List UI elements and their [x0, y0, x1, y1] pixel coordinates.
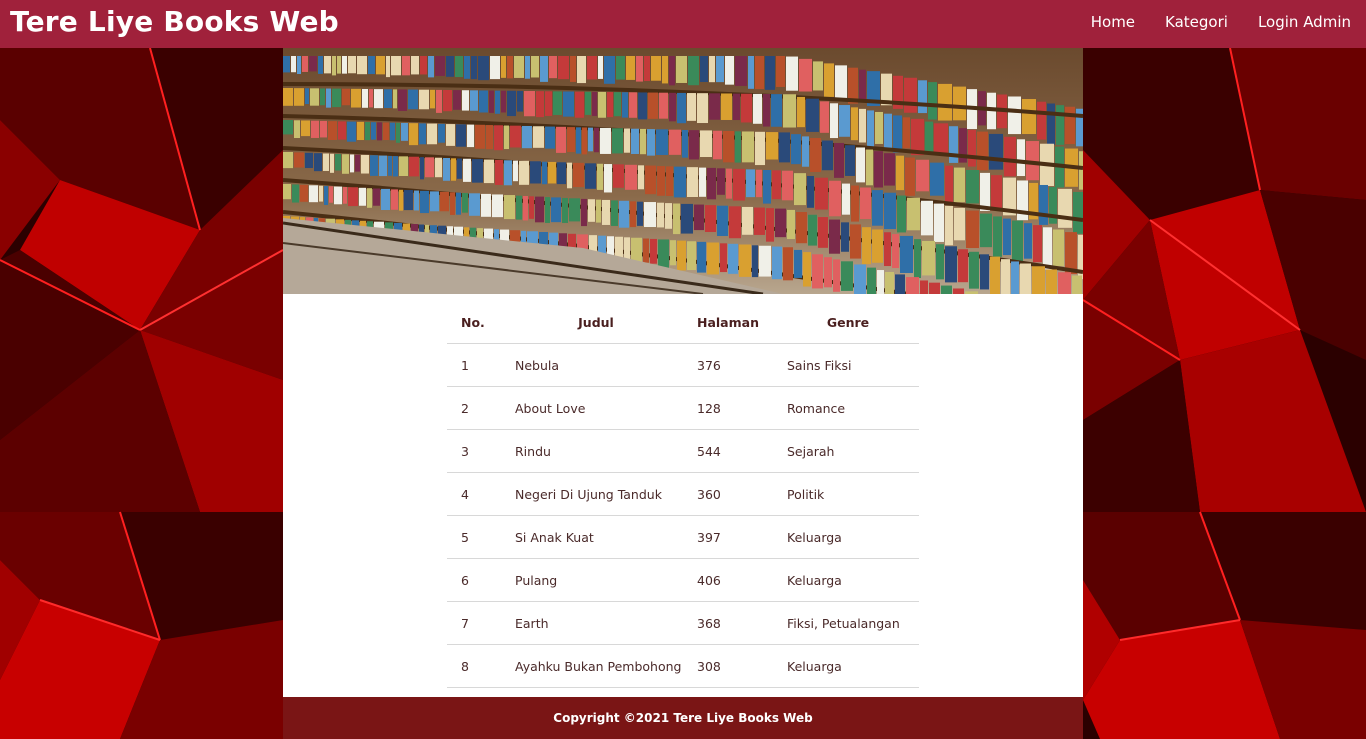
- cell-genre: Keluarga: [777, 558, 919, 602]
- cell-halaman: 368: [687, 601, 777, 645]
- cell-halaman: 308: [687, 644, 777, 688]
- cell-no: 5: [447, 515, 505, 559]
- cell-no: 2: [447, 386, 505, 430]
- table-header-row: No. Judul Halaman Genre: [447, 301, 919, 344]
- header-judul: Judul: [505, 301, 687, 344]
- cell-halaman: 397: [687, 515, 777, 559]
- copyright-text: Copyright ©2021 Tere Liye Books Web: [553, 711, 813, 725]
- table-row: 7 Earth 368 Fiksi, Petualangan: [447, 601, 919, 645]
- cell-halaman: 544: [687, 429, 777, 473]
- top-navbar: Tere Liye Books Web Home Kategori Login …: [0, 0, 1366, 48]
- header-halaman: Halaman: [687, 301, 777, 344]
- cell-genre: Fiksi, Petualangan: [777, 601, 919, 645]
- cell-genre: Romance: [777, 386, 919, 430]
- cell-genre: Politik: [777, 472, 919, 516]
- nav-link-login-admin[interactable]: Login Admin: [1258, 13, 1351, 31]
- cell-no: 1: [447, 343, 505, 387]
- table-row: 3 Rindu 544 Sejarah: [447, 429, 919, 473]
- table-row: 6 Pulang 406 Keluarga: [447, 558, 919, 602]
- cell-halaman: 128: [687, 386, 777, 430]
- site-brand[interactable]: Tere Liye Books Web: [10, 5, 339, 38]
- cell-no: 8: [447, 644, 505, 688]
- table-row: 4 Negeri Di Ujung Tanduk 360 Politik: [447, 472, 919, 516]
- cell-judul: About Love: [505, 386, 687, 430]
- footer: Copyright ©2021 Tere Liye Books Web: [283, 697, 1083, 739]
- cell-halaman: 376: [687, 343, 777, 387]
- cell-genre: Sains Fiksi: [777, 343, 919, 387]
- cell-judul: Earth: [505, 601, 687, 645]
- cell-genre: Keluarga: [777, 515, 919, 559]
- cell-genre: Sejarah: [777, 429, 919, 473]
- table-row: 5 Si Anak Kuat 397 Keluarga: [447, 515, 919, 559]
- header-genre: Genre: [777, 301, 919, 344]
- table-row: 8 Ayahku Bukan Pembohong 308 Keluarga: [447, 644, 919, 688]
- nav-link-home[interactable]: Home: [1091, 13, 1135, 31]
- table-row: 2 About Love 128 Romance: [447, 386, 919, 430]
- cell-genre: Keluarga: [777, 644, 919, 688]
- header-no: No.: [447, 301, 505, 344]
- nav-links: Home Kategori Login Admin: [1091, 13, 1351, 31]
- cell-judul: Pulang: [505, 558, 687, 602]
- table-row: 1 Nebula 376 Sains Fiksi: [447, 343, 919, 387]
- cell-no: 4: [447, 472, 505, 516]
- cell-no: 6: [447, 558, 505, 602]
- cell-judul: Ayahku Bukan Pembohong: [505, 644, 687, 688]
- cell-judul: Rindu: [505, 429, 687, 473]
- cell-no: 7: [447, 601, 505, 645]
- nav-link-kategori[interactable]: Kategori: [1165, 13, 1228, 31]
- books-table: No. Judul Halaman Genre 1 Nebula 376 Sains …: [447, 301, 919, 688]
- library-hero-image: [283, 48, 1083, 294]
- cell-no: 3: [447, 429, 505, 473]
- cell-halaman: 406: [687, 558, 777, 602]
- cell-judul: Negeri Di Ujung Tanduk: [505, 472, 687, 516]
- main-content: No. Judul Halaman Genre 1 Nebula 376 Sains …: [283, 48, 1083, 739]
- cell-judul: Nebula: [505, 343, 687, 387]
- cell-halaman: 360: [687, 472, 777, 516]
- cell-judul: Si Anak Kuat: [505, 515, 687, 559]
